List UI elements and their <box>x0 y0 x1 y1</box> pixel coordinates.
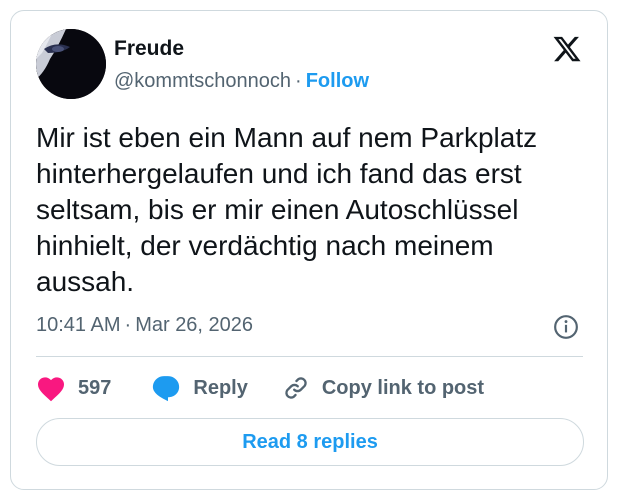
handle-separator: · <box>295 70 302 92</box>
tweet-text: Mir ist eben ein Mann auf nem Parkplatz … <box>36 120 581 300</box>
x-logo-icon[interactable] <box>552 34 582 64</box>
info-icon[interactable] <box>553 314 579 340</box>
link-icon <box>285 377 307 399</box>
reply-label: Reply <box>193 376 248 399</box>
tweet-text-line: hinhielt, der verdächtig nach meinem <box>36 230 494 261</box>
author-handle[interactable]: @kommtschonnoch <box>114 70 291 92</box>
copy-link-label: Copy link to post <box>321 376 485 399</box>
action-bar: 597 Reply Copy link to post <box>36 372 484 404</box>
follow-button[interactable]: Follow <box>306 70 369 92</box>
timestamp-separator: · <box>124 314 132 336</box>
like-button[interactable]: 597 <box>36 374 111 402</box>
tweet-date: Mar 26, 2026 <box>135 314 254 336</box>
reply-bubble-icon <box>153 376 180 402</box>
avatar-image <box>36 29 106 99</box>
tweet-text-line: aussah. <box>36 266 135 297</box>
avatar[interactable] <box>36 29 106 99</box>
heart-icon <box>38 377 64 402</box>
tweet-timestamp[interactable]: 10:41 AM · Mar 26, 2026 <box>36 314 253 337</box>
tweet-time: 10:41 AM <box>36 314 121 336</box>
author-display-name[interactable]: Freude <box>114 37 184 61</box>
divider <box>36 356 583 357</box>
tweet-text-line: seltsam, bis er mir einen Autoschlüssel <box>36 194 519 225</box>
reply-button[interactable]: Reply <box>151 374 248 402</box>
author-handle-row: @kommtschonnoch · Follow <box>114 70 369 93</box>
tweet-text-line: Mir ist eben ein Mann auf nem Parkplatz <box>36 122 538 153</box>
like-count: 597 <box>78 376 112 399</box>
copy-link-button[interactable]: Copy link to post <box>282 374 484 402</box>
tweet-text-line: hinterhergelaufen und ich fand das erst <box>36 158 522 189</box>
read-replies-button[interactable]: Read 8 replies <box>36 418 584 466</box>
